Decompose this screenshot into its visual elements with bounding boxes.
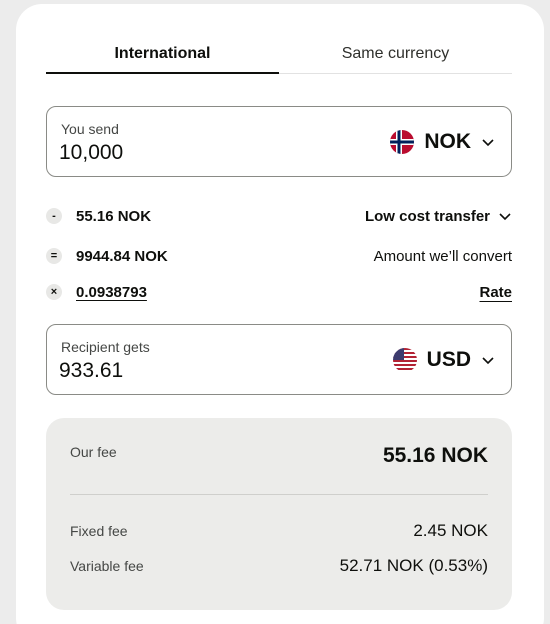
convert-label: Amount we’ll convert [373,247,512,265]
fee-divider [70,494,488,495]
transfer-type-dropdown[interactable]: Low cost transfer [365,208,512,225]
send-amount-input[interactable] [59,141,319,165]
rate-row: × 0.0938793 Rate [46,280,512,304]
send-currency-code: NOK [424,130,471,153]
rate-link[interactable]: Rate [479,284,512,301]
fixed-fee-value: 2.45 NOK [413,521,488,540]
fee-total: 55.16 NOK [382,444,488,467]
usa-flag-icon [392,348,417,372]
send-label: You send [61,121,119,137]
receive-currency-selector[interactable]: USD [392,345,495,375]
convert-row: = 9944.84 NOK Amount we’ll convert [46,244,512,268]
multiply-operator-icon: × [46,284,62,300]
transfer-type-tabs: International Same currency [46,42,512,74]
fee-title: Our fee [70,444,117,460]
fee-row: - 55.16 NOK Low cost transfer [46,204,512,228]
transfer-type-label: Low cost transfer [364,207,490,225]
receive-label: Recipient gets [61,339,150,355]
fixed-fee-row: Fixed fee 2.45 NOK [70,520,488,542]
chevron-down-icon [482,139,494,147]
converter-card: International Same currency You send NOK… [16,4,544,624]
tab-same-currency[interactable]: Same currency [279,42,512,73]
equals-operator-icon: = [46,248,62,264]
minus-operator-icon: - [46,208,62,224]
norway-flag-icon [390,130,415,154]
fee-amount: 55.16 NOK [76,207,152,225]
variable-fee-value: 52.71 NOK (0.53%) [339,556,488,575]
receive-currency-code: USD [426,348,471,371]
chevron-down-icon [499,213,511,221]
variable-fee-label: Variable fee [70,558,144,574]
tab-international[interactable]: International [46,42,279,74]
fee-summary-box: Our fee 55.16 NOK Fixed fee 2.45 NOK Var… [46,418,512,610]
chevron-down-icon [482,357,494,365]
rate-value-link[interactable]: 0.0938793 [76,284,147,301]
fixed-fee-label: Fixed fee [70,523,128,539]
receive-amount-box[interactable]: Recipient gets USD [46,324,512,395]
variable-fee-row: Variable fee 52.71 NOK (0.53%) [70,555,488,577]
convert-amount: 9944.84 NOK [76,247,168,265]
send-currency-selector[interactable]: NOK [390,127,495,157]
send-amount-box[interactable]: You send NOK [46,106,512,177]
receive-amount-input[interactable] [59,359,319,383]
